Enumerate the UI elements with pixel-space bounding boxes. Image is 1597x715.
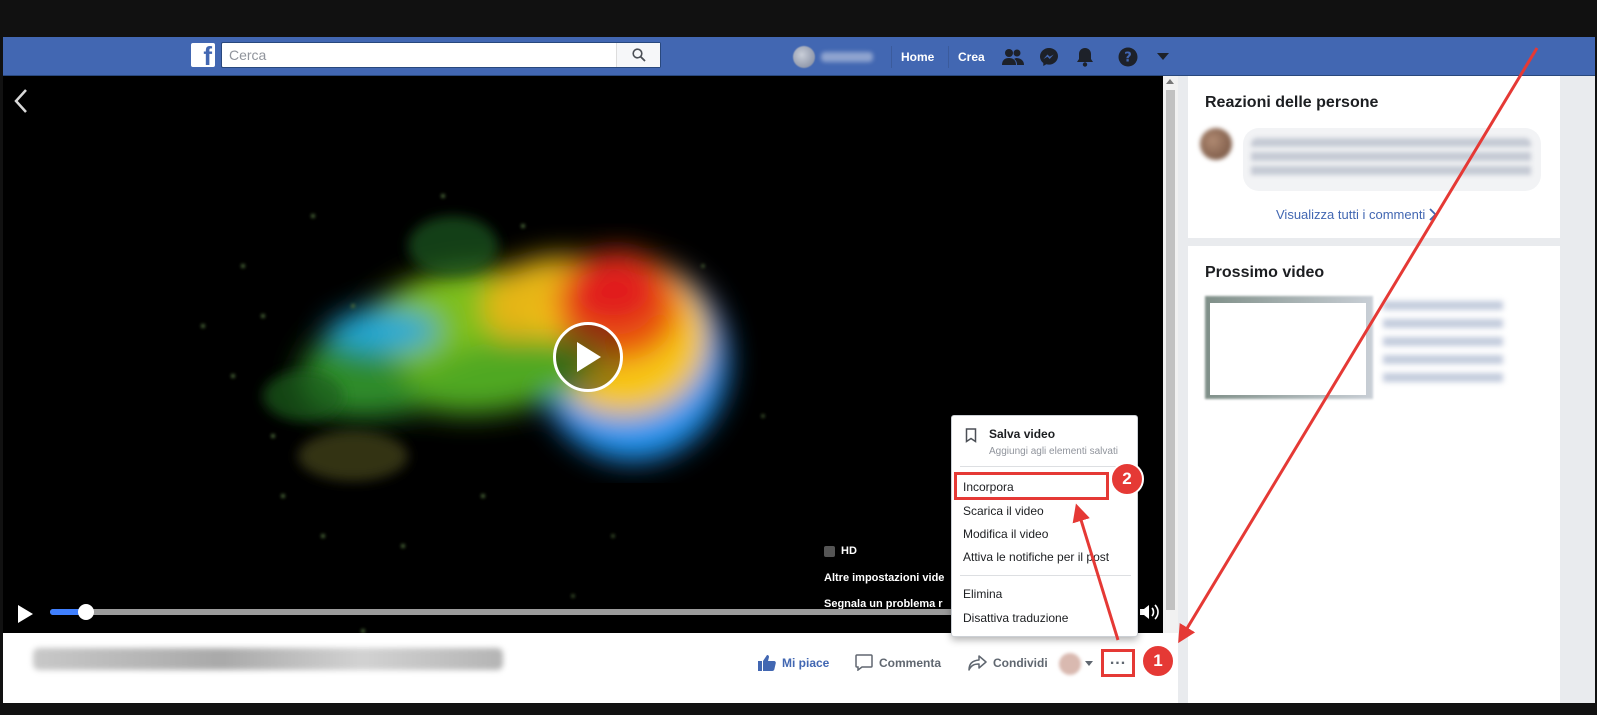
save-video-label: Salva video	[989, 427, 1056, 441]
search-button[interactable]	[616, 43, 660, 67]
share-caret-icon[interactable]	[1085, 661, 1093, 666]
menu-divider	[960, 466, 1131, 467]
view-all-comments-link[interactable]: Visualizza tutti i commenti	[1276, 207, 1438, 222]
play-button-large[interactable]	[553, 322, 623, 392]
help-icon[interactable]: ?	[1116, 45, 1140, 69]
menu-item-turn-on-notifications[interactable]: Attiva le notifiche per il post	[963, 550, 1109, 564]
facebook-window: f Home Crea ?	[3, 37, 1595, 703]
scrollbar[interactable]	[1163, 76, 1178, 633]
hd-checkbox[interactable]	[824, 545, 835, 557]
back-chevron-icon[interactable]	[11, 88, 31, 114]
hd-toggle[interactable]: HD	[824, 545, 857, 557]
menu-item-delete[interactable]: Elimina	[963, 587, 1002, 601]
search-box	[221, 42, 661, 68]
next-video-meta-blurred	[1383, 301, 1503, 391]
comment-bubble	[1243, 128, 1541, 191]
menu-item-embed[interactable]: Incorpora	[963, 480, 1014, 494]
notifications-bell-icon[interactable]	[1073, 45, 1097, 69]
search-input[interactable]	[222, 43, 622, 67]
profile-name-blurred	[821, 51, 873, 62]
video-title-blurred	[33, 648, 503, 670]
search-icon	[631, 48, 646, 62]
menu-item-download-video[interactable]: Scarica il video	[963, 504, 1044, 518]
friend-requests-icon[interactable]	[1001, 45, 1025, 69]
video-action-bar: Mi piace Commenta Condividi ...	[3, 633, 1178, 692]
ellipsis-icon: ...	[1109, 651, 1127, 668]
play-icon	[577, 342, 601, 372]
right-sidebar: Reazioni delle persone Visualizza tutti …	[1178, 76, 1595, 703]
messenger-icon[interactable]	[1037, 45, 1061, 69]
nav-create-link[interactable]: Crea	[948, 37, 994, 76]
bookmark-icon	[965, 428, 977, 443]
comment-button[interactable]: Commenta	[855, 633, 941, 692]
annotation-badge-2: 2	[1110, 462, 1144, 496]
menu-item-edit-video[interactable]: Modifica il video	[963, 527, 1048, 541]
share-button[interactable]: Condividi	[968, 633, 1048, 692]
progress-handle[interactable]	[77, 604, 94, 620]
volume-icon[interactable]	[1138, 601, 1160, 623]
reactions-card: Reazioni delle persone Visualizza tutti …	[1188, 76, 1560, 238]
next-video-title: Prossimo video	[1205, 264, 1325, 281]
view-all-comments-label: Visualizza tutti i commenti	[1276, 207, 1426, 222]
share-icon	[968, 654, 987, 671]
account-menu-caret-icon[interactable]	[1151, 45, 1175, 69]
scroll-up-arrow-icon[interactable]	[1166, 79, 1174, 84]
avatar	[793, 45, 815, 68]
thumbnail-overlay	[1210, 303, 1366, 395]
play-small-icon[interactable]	[15, 603, 35, 625]
nav-home-link[interactable]: Home	[891, 37, 943, 76]
menu-item-disable-translation[interactable]: Disattiva traduzione	[963, 611, 1068, 625]
comment-label: Commenta	[879, 655, 942, 670]
more-options-button[interactable]: ...	[1101, 649, 1135, 677]
menu-item-save-video[interactable]: Salva video Aggiungi agli elementi salva…	[952, 416, 1137, 464]
menu-divider	[960, 575, 1131, 576]
profile-link[interactable]	[793, 37, 873, 76]
more-video-settings[interactable]: Altre impostazioni vide	[824, 572, 944, 584]
commenter-avatar[interactable]	[1200, 128, 1232, 160]
next-video-card: Prossimo video	[1188, 246, 1560, 703]
facebook-logo-icon[interactable]: f	[191, 43, 215, 67]
like-label: Mi piace	[782, 655, 830, 670]
comment-icon	[855, 654, 873, 671]
share-audience-avatar[interactable]	[1059, 653, 1081, 675]
thumbs-up-icon	[758, 655, 776, 671]
scrollbar-thumb[interactable]	[1166, 90, 1175, 610]
top-navigation-bar: f Home Crea ?	[3, 37, 1595, 76]
nav-create-label: Crea	[948, 45, 994, 68]
share-label: Condividi	[993, 655, 1048, 670]
save-video-subtitle: Aggiungi agli elementi salvati	[989, 446, 1118, 457]
chevron-right-icon	[1429, 208, 1438, 221]
comment-text-blurred	[1251, 138, 1531, 180]
reactions-title: Reazioni delle persone	[1205, 94, 1379, 111]
like-button[interactable]: Mi piace	[758, 633, 829, 692]
hd-label: HD	[841, 545, 857, 557]
svg-text:?: ?	[1124, 51, 1132, 66]
nav-home-label: Home	[891, 45, 943, 68]
annotation-badge-1: 1	[1141, 644, 1175, 678]
more-options-menu: Salva video Aggiungi agli elementi salva…	[951, 415, 1138, 637]
